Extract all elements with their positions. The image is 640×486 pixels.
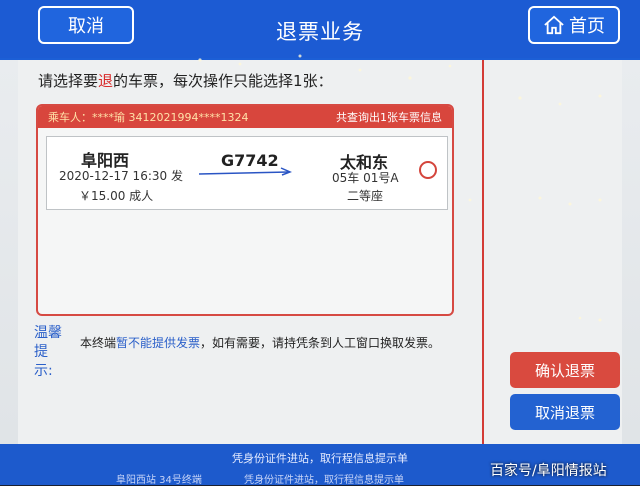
tips-text-prefix: 本终端 xyxy=(80,336,117,350)
tips-text: 本终端暂不能提供发票，如有需要，请持凭条到人工窗口换取发票。 xyxy=(80,334,440,351)
instruction-prefix: 请选择要 xyxy=(38,72,99,90)
ticket-panel-header: 乘车人：****瑜 3412021994****1324 共查询出1张车票信息 xyxy=(38,106,452,128)
cancel-refund-label: 取消退票 xyxy=(534,403,595,422)
seat-class: 二等座 xyxy=(347,189,384,203)
ticket-count: 共查询出1张车票信息 xyxy=(336,111,442,124)
tips-text-highlight: 暂不能提供发票 xyxy=(116,336,201,350)
passenger-info: 乘车人：****瑜 3412021994****1324 xyxy=(48,111,249,124)
footer-line2: 凭身份证件进站，取行程信息提示单 xyxy=(244,475,404,486)
home-button-label: 首页 xyxy=(569,16,605,37)
vertical-divider xyxy=(482,60,484,444)
instruction-suffix: 的车票，每次操作只能选择1张： xyxy=(113,72,333,90)
confirm-refund-label: 确认退票 xyxy=(534,361,595,380)
ticket-price: ￥15.00 成人 xyxy=(79,189,154,203)
seat-number: 05车 01号A xyxy=(332,171,399,185)
ticket-card[interactable]: 阜阳西 2020-12-17 16:30 发 ￥15.00 成人 G7742 太… xyxy=(46,136,448,210)
instruction-highlight: 退 xyxy=(98,72,114,90)
instruction-text: 请选择要退的车票，每次操作只能选择1张： xyxy=(38,70,333,91)
cancel-refund-button[interactable]: 取消退票 xyxy=(510,394,620,430)
tips-label: 温馨提示: xyxy=(34,325,62,379)
footer-station: 阜阳西站 34号终端 xyxy=(116,475,202,486)
departure-time: 2020-12-17 16:30 发 xyxy=(59,169,183,183)
tips-text-suffix: ，如有需要，请持凭条到人工窗口换取发票。 xyxy=(200,336,441,350)
confirm-refund-button[interactable]: 确认退票 xyxy=(510,352,620,388)
arrow-right-icon xyxy=(198,167,292,176)
home-button[interactable]: 首页 xyxy=(528,6,620,44)
select-ticket-radio[interactable] xyxy=(419,161,437,179)
watermark: 百家号/阜阳情报站 xyxy=(490,463,607,479)
home-icon xyxy=(544,15,564,35)
ticket-panel: 乘车人：****瑜 3412021994****1324 共查询出1张车票信息 … xyxy=(36,104,454,316)
